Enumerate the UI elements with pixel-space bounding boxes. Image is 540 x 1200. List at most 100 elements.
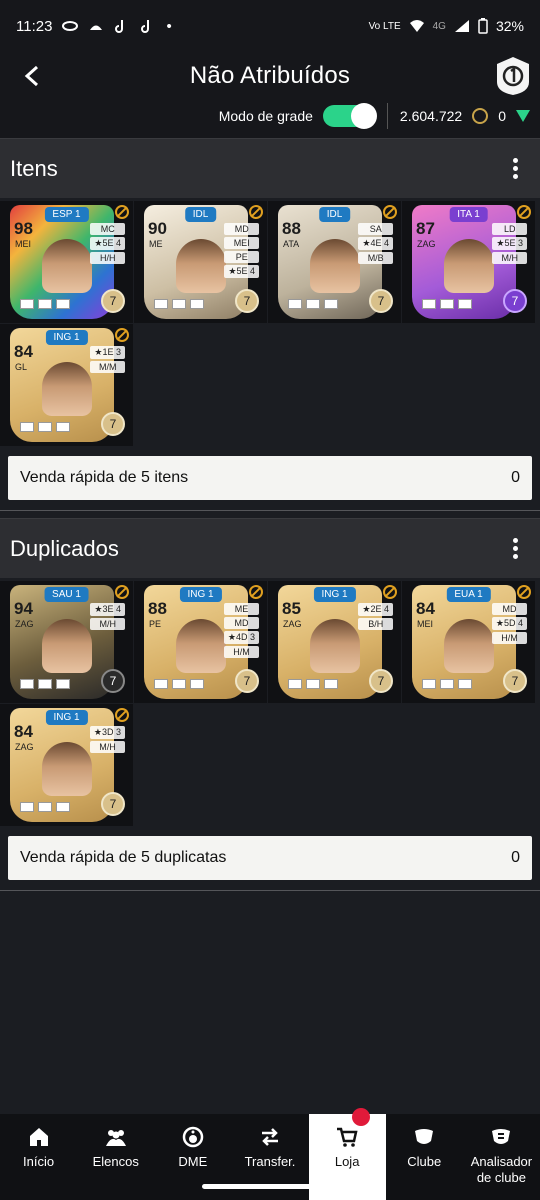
items-section: Itens ESP 1 98 MEI MC ★5E 4 H/H 7 IDL 90 ME MD MEI P… — [0, 138, 540, 511]
card-chemistry-count: 7 — [235, 669, 259, 693]
card-rank-badge: SAU 1 — [44, 587, 89, 602]
club-badge-icon — [190, 679, 204, 689]
app-notification-icon — [62, 21, 79, 31]
card-rank-badge: IDL — [318, 207, 351, 222]
items-grid: ESP 1 98 MEI MC ★5E 4 H/H 7 IDL 90 ME MD MEI PE ★5E 4… — [0, 198, 540, 446]
league-icon — [172, 299, 186, 309]
nav-clube[interactable]: Clube — [386, 1114, 463, 1200]
coins-balance: 2.604.722 — [399, 108, 463, 124]
card-attributes: ★2E 4 B/H — [358, 603, 393, 630]
nav-label: Elencos — [92, 1154, 139, 1169]
player-card[interactable]: IDL 88 ATA SA ★4E 4 M/B 7 — [268, 201, 401, 323]
card-attribute: ★3E 4 — [90, 603, 125, 616]
toolbar: Modo de grade 2.604.722 0 — [0, 100, 540, 132]
notification-badge — [351, 1108, 370, 1126]
card-attributes: MC ★5E 4 H/H — [90, 223, 125, 264]
card-chemistry-count: 7 — [503, 669, 527, 693]
card-attributes: MD ★5D 4 H/M — [491, 603, 527, 644]
card-attribute: M/H — [90, 618, 125, 630]
player-position: MEI — [417, 619, 434, 629]
player-portrait — [310, 239, 360, 293]
nav-inicio[interactable]: Início — [0, 1114, 77, 1200]
nav-label: Loja — [334, 1154, 360, 1169]
nav-elencos[interactable]: Elencos — [77, 1114, 154, 1200]
club-badge-icon — [56, 299, 70, 309]
player-position: ZAG — [283, 619, 302, 629]
card-attribute: LD — [492, 223, 527, 235]
untradeable-icon — [249, 205, 263, 219]
untradeable-icon — [383, 585, 397, 599]
untradeable-icon — [383, 205, 397, 219]
card-attribute: H/H — [90, 252, 125, 264]
back-button[interactable] — [16, 60, 48, 92]
status-dot: • — [166, 17, 172, 35]
player-card[interactable]: ITA 1 87 ZAG LD ★5E 3 M/H 7 — [402, 201, 535, 323]
card-flags — [288, 679, 338, 689]
nav-analisador[interactable]: Analisador de clube — [463, 1114, 540, 1200]
player-card[interactable]: SAU 1 94 ZAG ★3E 4 M/H 7 — [0, 581, 133, 703]
card-attributes: ★1E 3 M/M — [90, 346, 125, 373]
cart-icon — [337, 1127, 358, 1147]
duplicates-quick-sell-button[interactable]: Venda rápida de 5 duplicatas 0 — [8, 836, 532, 880]
grid-mode-toggle[interactable] — [322, 103, 377, 129]
untradeable-icon — [517, 585, 531, 599]
nation-flag-icon — [20, 422, 34, 432]
player-card[interactable]: ING 1 85 ZAG ★2E 4 B/H 7 — [268, 581, 401, 703]
card-rank-badge: ING 1 — [313, 587, 356, 602]
gesture-home-bar[interactable] — [202, 1184, 338, 1189]
card-attribute: H/M — [491, 632, 527, 644]
player-position: GL — [15, 362, 28, 372]
status-bar: 11:23 • Vo LTE 4G 32% — [0, 0, 540, 52]
home-icon — [29, 1128, 48, 1146]
player-card[interactable]: EUA 1 84 MEI MD ★5D 4 H/M 7 — [402, 581, 535, 703]
nav-label: Clube — [407, 1154, 442, 1169]
card-attribute: ME — [223, 603, 259, 615]
card-attribute: MC — [90, 223, 125, 235]
player-card[interactable]: IDL 90 ME MD MEI PE ★5E 4 7 — [134, 201, 267, 323]
player-card[interactable]: ESP 1 98 MEI MC ★5E 4 H/H 7 — [0, 201, 133, 323]
dme-icon — [182, 1126, 204, 1148]
club-badge-icon — [324, 299, 338, 309]
nation-flag-icon — [288, 679, 302, 689]
items-section-title: Itens — [10, 155, 58, 181]
cloud-notification-icon — [90, 25, 103, 30]
league-icon — [306, 679, 320, 689]
card-rank-badge: ING 1 — [45, 330, 88, 345]
card-attribute: M/M — [90, 361, 125, 373]
player-rating: 85 — [282, 599, 301, 618]
player-card[interactable]: ING 1 88 PE ME MD ★4D 3 H/M 7 — [134, 581, 267, 703]
player-portrait — [176, 619, 226, 673]
wifi-icon — [409, 20, 424, 32]
card-chemistry-count: 7 — [235, 289, 259, 313]
player-card[interactable]: ING 1 84 GL ★1E 3 M/M 7 — [0, 324, 133, 446]
section-gap — [0, 511, 540, 518]
items-more-options-icon[interactable] — [505, 154, 526, 183]
card-attribute: ★5D 4 — [491, 617, 527, 630]
card-attribute: B/H — [358, 618, 393, 630]
club-badge-icon — [56, 422, 70, 432]
card-attribute: ★5E 4 — [224, 265, 259, 278]
nav-label: Transfer. — [244, 1154, 296, 1169]
club-icon — [415, 1129, 434, 1144]
player-portrait — [310, 619, 360, 673]
volte-label: Vo LTE — [368, 20, 401, 32]
card-flags — [422, 679, 472, 689]
fc-club-logo-icon[interactable] — [496, 56, 530, 96]
card-attributes: MD MEI PE ★5E 4 — [224, 223, 259, 278]
items-quick-sell-button[interactable]: Venda rápida de 5 itens 0 — [8, 456, 532, 500]
battery-level: 32% — [495, 18, 524, 34]
transfer-icon — [261, 1128, 278, 1146]
card-attribute: MD — [224, 223, 259, 235]
player-position: ATA — [283, 239, 300, 249]
untradeable-icon — [115, 205, 129, 219]
duplicates-more-options-icon[interactable] — [505, 534, 526, 563]
club-badge-icon — [56, 679, 70, 689]
player-card[interactable]: ING 1 84 ZAG ★3D 3 M/H 7 — [0, 704, 133, 826]
nation-flag-icon — [20, 679, 34, 689]
card-flags — [422, 299, 472, 309]
card-attribute: ★2E 4 — [358, 603, 393, 616]
card-rank-badge: EUA 1 — [446, 587, 491, 602]
card-attribute: M/H — [492, 252, 527, 264]
player-rating: 94 — [14, 599, 33, 618]
league-icon — [38, 422, 52, 432]
